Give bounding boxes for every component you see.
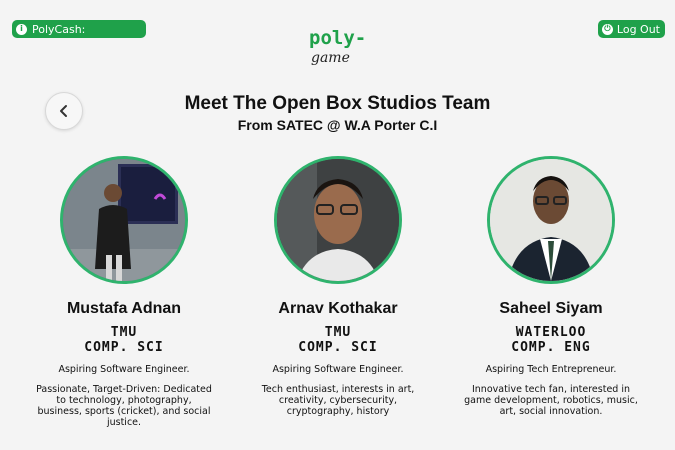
polycash-label: PolyCash: <box>32 22 86 36</box>
member-role: Aspiring Software Engineer. <box>58 364 190 375</box>
member-description: Tech enthusiast, interests in art, creat… <box>261 384 415 417</box>
team-card-arnav: Arnav Kothakar TMU COMP. SCI Aspiring So… <box>243 156 433 417</box>
avatar <box>274 156 402 284</box>
member-school: WATERLOO <box>515 325 587 340</box>
member-name: Arnav Kothakar <box>278 300 398 317</box>
team-card-saheel: Saheel Siyam WATERLOO COMP. ENG Aspiring… <box>456 156 646 417</box>
avatar <box>487 156 615 284</box>
logout-button[interactable]: ⏻ Log Out <box>597 20 665 38</box>
member-program: COMP. ENG <box>511 340 591 355</box>
page-subtitle: From SATEC @ W.A Porter C.I <box>237 117 438 133</box>
member-description: Innovative tech fan, interested in game … <box>464 384 638 417</box>
member-school: TMU <box>324 325 352 340</box>
logo-bottom-text: game <box>311 50 350 66</box>
member-program: COMP. SCI <box>84 340 164 355</box>
logout-label: Log Out <box>616 22 660 36</box>
power-icon: ⏻ <box>601 23 613 35</box>
polycash-button[interactable]: i PolyCash: <box>12 20 146 38</box>
member-description: Passionate, Target-Driven: Dedicated to … <box>36 384 212 428</box>
member-role: Aspiring Software Engineer. <box>272 364 404 375</box>
member-role: Aspiring Tech Entrepreneur. <box>485 364 617 375</box>
team-card-mustafa: Mustafa Adnan TMU COMP. SCI Aspiring Sof… <box>29 156 219 428</box>
member-school: TMU <box>110 325 138 340</box>
member-name: Mustafa Adnan <box>66 300 182 317</box>
member-program: COMP. SCI <box>298 340 378 355</box>
logo-top-text: poly- <box>309 27 367 49</box>
avatar <box>60 156 188 284</box>
info-icon: i <box>16 23 27 35</box>
polygame-logo: poly- game <box>305 28 375 66</box>
page-title: Meet The Open Box Studios Team <box>184 93 491 114</box>
member-name: Saheel Siyam <box>499 300 603 317</box>
